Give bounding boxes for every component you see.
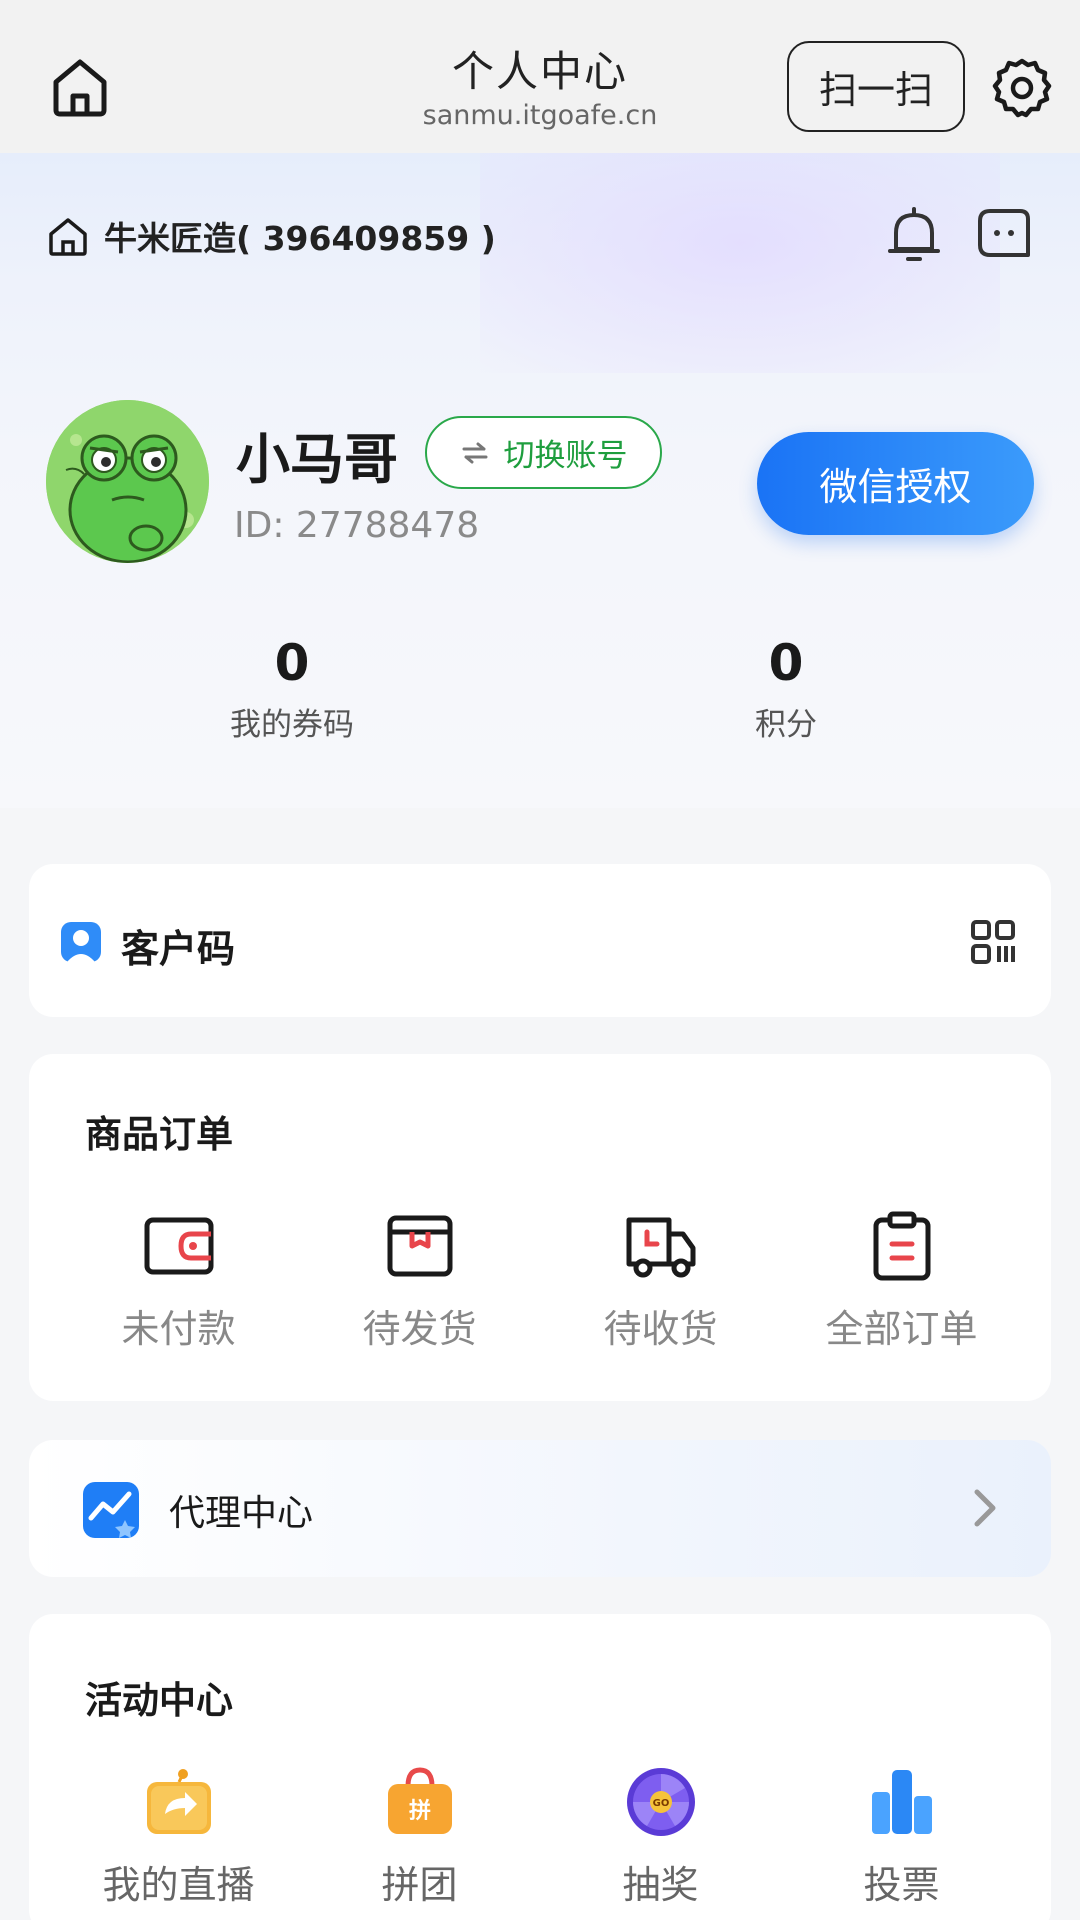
message-icon[interactable]	[976, 205, 1032, 261]
customer-code-label: 客户码	[121, 927, 236, 971]
order-label: 待发货	[362, 1307, 477, 1351]
activity-lottery[interactable]: GO 抽奖	[540, 1766, 781, 1909]
top-navbar: 个人中心 sanmu.itgoafe.cn 扫一扫	[0, 0, 1080, 153]
svg-text:GO: GO	[652, 1798, 669, 1809]
stat-coupons[interactable]: 0 我的券码	[172, 633, 412, 744]
swap-arrows-icon	[462, 442, 487, 463]
agent-center-label: 代理中心	[169, 1493, 314, 1534]
activity-group-buy[interactable]: 拼 拼团	[299, 1766, 540, 1909]
order-unpaid[interactable]: 未付款	[58, 1210, 299, 1353]
lottery-wheel-icon: GO	[626, 1768, 695, 1836]
activity-label: 我的直播	[102, 1863, 255, 1907]
clipboard-icon	[873, 1211, 930, 1281]
activity-grid: 我的直播 拼 拼团 GO 抽奖 投票	[29, 1766, 1051, 1909]
orders-title: 商品订单	[85, 1113, 233, 1156]
chevron-right-icon	[974, 1489, 996, 1527]
activity-center-card: 活动中心 我的直播 拼 拼团 GO 抽奖 投票	[29, 1614, 1051, 1920]
package-icon	[387, 1215, 452, 1277]
activity-vote[interactable]: 投票	[781, 1766, 1022, 1909]
profile-header: 牛米匠造( 396409859 ) 小马哥 切换账号 ID: 27788478 …	[0, 153, 1080, 808]
wallet-icon	[144, 1217, 213, 1275]
frog-avatar-icon	[46, 400, 209, 563]
order-label: 待收货	[603, 1307, 718, 1351]
activity-label: 抽奖	[622, 1863, 699, 1907]
order-all[interactable]: 全部订单	[781, 1210, 1022, 1353]
activity-label: 拼团	[381, 1863, 458, 1907]
stat-value: 0	[768, 634, 804, 692]
svg-text:拼: 拼	[408, 1798, 430, 1824]
order-to-receive[interactable]: 待收货	[540, 1210, 781, 1353]
gear-icon[interactable]	[990, 56, 1054, 120]
shop-info[interactable]: 牛米匠造( 396409859 )	[46, 211, 496, 261]
stat-label: 我的券码	[230, 707, 354, 743]
vote-bars-icon	[871, 1770, 932, 1834]
agent-center-card[interactable]: 代理中心	[29, 1440, 1051, 1577]
activity-live[interactable]: 我的直播	[58, 1766, 299, 1909]
avatar[interactable]	[46, 400, 209, 563]
agent-chart-icon	[83, 1482, 139, 1538]
activity-label: 投票	[863, 1863, 940, 1907]
order-label: 未付款	[121, 1307, 236, 1351]
orders-card: 商品订单 未付款 待发货 待收货 全部订单	[29, 1054, 1051, 1401]
customer-code-card[interactable]: 客户码	[29, 864, 1051, 1017]
activity-title: 活动中心	[85, 1679, 233, 1722]
qr-code-icon[interactable]	[969, 918, 1017, 966]
orders-grid: 未付款 待发货 待收货 全部订单	[29, 1210, 1051, 1353]
bell-icon[interactable]	[884, 203, 944, 267]
switch-account-button[interactable]: 切换账号	[425, 416, 662, 489]
switch-account-label: 切换账号	[503, 438, 628, 474]
user-id: ID: 27788478	[234, 505, 480, 546]
scan-button[interactable]: 扫一扫	[787, 41, 965, 132]
order-label: 全部订单	[825, 1307, 978, 1351]
stat-label: 积分	[755, 707, 817, 743]
truck-icon	[626, 1217, 695, 1278]
user-badge-icon	[61, 922, 101, 962]
user-name: 小马哥	[236, 428, 398, 491]
stat-points[interactable]: 0 积分	[666, 633, 906, 744]
group-buy-bag-icon: 拼	[387, 1767, 452, 1834]
stat-value: 0	[274, 634, 310, 692]
live-share-icon	[146, 1769, 211, 1834]
wechat-auth-button[interactable]: 微信授权	[757, 432, 1034, 535]
shop-name: 牛米匠造( 396409859 )	[104, 219, 496, 258]
home-outline-icon	[49, 218, 87, 256]
order-to-ship[interactable]: 待发货	[299, 1210, 540, 1353]
